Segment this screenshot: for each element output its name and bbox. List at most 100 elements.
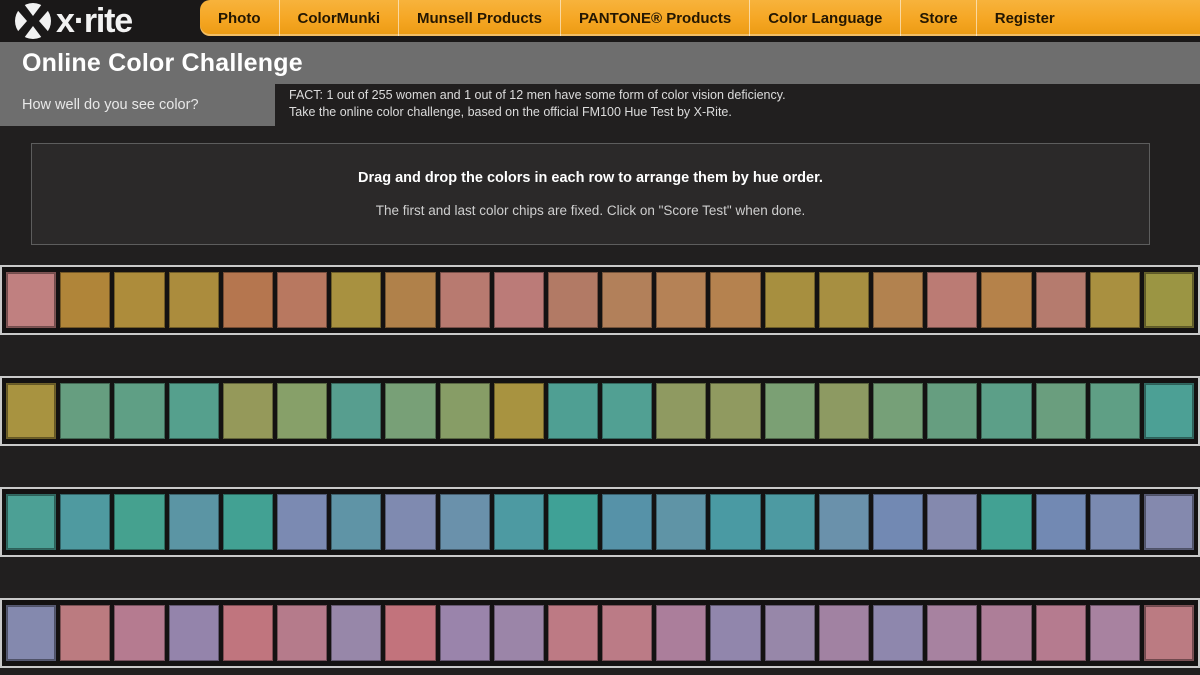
fact-line-2: Take the online color challenge, based o… [289, 104, 1200, 121]
color-chip[interactable] [548, 605, 598, 661]
color-chip[interactable] [602, 272, 652, 328]
color-chip[interactable] [873, 494, 923, 550]
nav-item-colormunki[interactable]: ColorMunki [280, 0, 400, 36]
color-chip[interactable] [331, 605, 381, 661]
color-chip[interactable] [331, 494, 381, 550]
color-chip[interactable] [223, 605, 273, 661]
color-chip[interactable] [765, 605, 815, 661]
color-chip[interactable] [765, 494, 815, 550]
color-chip[interactable] [277, 605, 327, 661]
color-chip-fixed [6, 272, 56, 328]
color-chip[interactable] [169, 383, 219, 439]
brand-logo[interactable]: x·rite [0, 0, 200, 42]
color-chip[interactable] [710, 383, 760, 439]
color-chip[interactable] [981, 494, 1031, 550]
tagline: How well do you see color? [0, 84, 275, 126]
color-chip[interactable] [710, 272, 760, 328]
color-chip[interactable] [114, 272, 164, 328]
color-chip[interactable] [819, 272, 869, 328]
color-chip[interactable] [548, 494, 598, 550]
color-chip[interactable] [494, 605, 544, 661]
color-chip[interactable] [60, 383, 110, 439]
color-chip[interactable] [981, 383, 1031, 439]
color-chip[interactable] [927, 605, 977, 661]
color-chip[interactable] [602, 383, 652, 439]
color-chip[interactable] [331, 272, 381, 328]
color-chip[interactable] [277, 494, 327, 550]
color-chip[interactable] [114, 383, 164, 439]
color-chip[interactable] [169, 494, 219, 550]
color-chip[interactable] [494, 272, 544, 328]
color-chip[interactable] [277, 272, 327, 328]
color-chip[interactable] [656, 383, 706, 439]
color-chip[interactable] [440, 605, 490, 661]
color-row-3 [0, 487, 1200, 557]
color-chip[interactable] [385, 494, 435, 550]
color-chip[interactable] [873, 383, 923, 439]
color-chip[interactable] [927, 383, 977, 439]
color-chip-fixed [1144, 272, 1194, 328]
color-row-2 [0, 376, 1200, 446]
color-chip[interactable] [1036, 272, 1086, 328]
nav-item-photo[interactable]: Photo [200, 0, 280, 36]
color-chip[interactable] [440, 383, 490, 439]
instructions-panel: Drag and drop the colors in each row to … [31, 143, 1150, 245]
color-chip-fixed [6, 605, 56, 661]
color-chip[interactable] [1036, 494, 1086, 550]
color-chip[interactable] [60, 494, 110, 550]
color-chip[interactable] [548, 383, 598, 439]
color-chip[interactable] [114, 494, 164, 550]
color-chip[interactable] [223, 383, 273, 439]
color-chip[interactable] [114, 605, 164, 661]
color-chip[interactable] [385, 383, 435, 439]
color-chip[interactable] [602, 605, 652, 661]
color-chip[interactable] [765, 383, 815, 439]
color-chip[interactable] [819, 383, 869, 439]
color-chip[interactable] [602, 494, 652, 550]
color-chip[interactable] [656, 272, 706, 328]
color-chip[interactable] [819, 494, 869, 550]
nav-item-register[interactable]: Register [977, 0, 1073, 36]
color-chip[interactable] [60, 605, 110, 661]
color-chip[interactable] [331, 383, 381, 439]
color-chip[interactable] [1090, 605, 1140, 661]
color-chip[interactable] [60, 272, 110, 328]
nav-item-color-language[interactable]: Color Language [750, 0, 901, 36]
color-chip[interactable] [927, 272, 977, 328]
color-chip[interactable] [710, 494, 760, 550]
color-chip[interactable] [765, 272, 815, 328]
color-chip[interactable] [656, 494, 706, 550]
color-chip[interactable] [1036, 605, 1086, 661]
color-chip[interactable] [710, 605, 760, 661]
nav-item-pantone-products[interactable]: PANTONE® Products [561, 0, 750, 36]
color-chip-fixed [6, 494, 56, 550]
color-chip[interactable] [548, 272, 598, 328]
color-chip[interactable] [1090, 272, 1140, 328]
color-chip[interactable] [927, 494, 977, 550]
color-chip[interactable] [223, 272, 273, 328]
color-chip[interactable] [494, 494, 544, 550]
subtitle-band: How well do you see color? FACT: 1 out o… [0, 84, 1200, 126]
color-chip[interactable] [277, 383, 327, 439]
color-chip[interactable] [169, 272, 219, 328]
color-chip[interactable] [223, 494, 273, 550]
color-chip[interactable] [1090, 383, 1140, 439]
color-test-rows [0, 265, 1200, 668]
color-chip[interactable] [1036, 383, 1086, 439]
color-chip[interactable] [873, 605, 923, 661]
color-chip[interactable] [819, 605, 869, 661]
color-chip[interactable] [981, 605, 1031, 661]
color-chip[interactable] [385, 272, 435, 328]
color-chip[interactable] [440, 272, 490, 328]
color-chip[interactable] [440, 494, 490, 550]
color-chip-fixed [1144, 383, 1194, 439]
color-chip[interactable] [656, 605, 706, 661]
color-chip[interactable] [981, 272, 1031, 328]
nav-item-munsell-products[interactable]: Munsell Products [399, 0, 561, 36]
color-chip[interactable] [873, 272, 923, 328]
color-chip[interactable] [385, 605, 435, 661]
color-chip[interactable] [169, 605, 219, 661]
nav-item-store[interactable]: Store [901, 0, 976, 36]
color-chip[interactable] [494, 383, 544, 439]
color-chip[interactable] [1090, 494, 1140, 550]
